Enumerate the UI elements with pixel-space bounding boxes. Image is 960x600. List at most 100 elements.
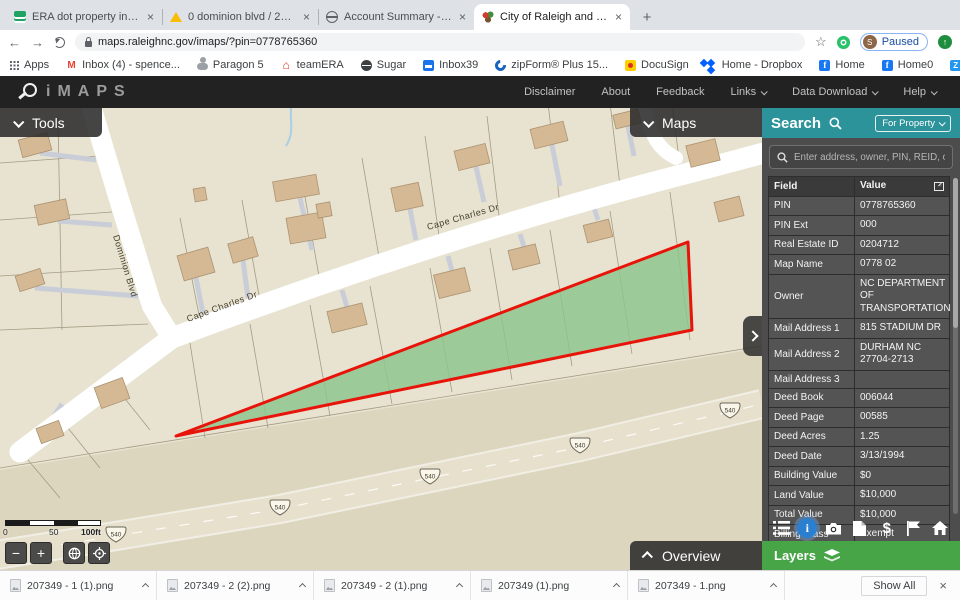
close-icon[interactable]: × [615,10,622,24]
bookmark-teamera[interactable]: teamERA [281,59,344,71]
close-icon[interactable]: × [939,578,947,593]
shield-label: 540 [725,408,736,415]
search-box [769,145,953,169]
scale-label: 100ft [81,527,101,537]
panel-scrollbar[interactable] [953,178,958,514]
maps-button[interactable]: Maps [630,108,762,137]
reload-icon[interactable] [54,37,65,48]
download-item[interactable]: 207349 - 2 (2).png [157,571,314,600]
tab-dominion-blvd[interactable]: 0 dominion blvd / 207349 - Goo × [162,4,318,30]
tab-imaps-active[interactable]: City of Raleigh and Wake Coun × [474,4,630,30]
chevron-up-icon[interactable] [142,583,149,590]
home-button[interactable] [929,517,951,539]
new-tab-button[interactable]: + [636,6,658,28]
flag-button[interactable] [903,517,925,539]
download-item[interactable]: 207349 - 1.png [628,571,785,600]
image-file-icon [167,579,178,592]
chevron-up-icon[interactable] [299,583,306,590]
tab-strip: ERA dot property info - Google × 0 domin… [0,0,960,30]
list-icon [773,521,790,535]
nav-help[interactable]: Help [903,86,936,98]
close-icon[interactable]: × [303,10,310,24]
locate-button[interactable] [88,542,110,564]
bookmark-zap[interactable]: Zap [950,59,960,71]
omnibox[interactable]: maps.raleighnc.gov/imaps/?pin=0778765360 [75,33,805,51]
download-filename: 207349 (1).png [498,580,608,592]
layers-button[interactable]: Layers [762,541,960,570]
bookmark-inbox39[interactable]: Inbox39 [423,59,478,71]
tax-button[interactable]: $ [876,517,898,539]
full-extent-button[interactable] [63,542,85,564]
url-text: maps.raleighnc.gov/imaps/?pin=0778765360 [98,36,317,48]
search-mode-button[interactable]: For Property [875,115,951,132]
cloud-icon [197,63,208,70]
download-filename: 207349 - 1.png [655,580,765,592]
bookmark-sugar[interactable]: Sugar [361,59,406,71]
bookmark-paragon[interactable]: Paragon 5 [197,59,264,71]
table-row: Deed Book006044 [769,389,949,409]
bookmark-dropbox[interactable]: Home - Dropbox [706,59,803,71]
chevron-up-icon[interactable] [456,583,463,590]
lock-icon [85,41,92,47]
download-filename: 207349 - 1 (1).png [27,580,137,592]
bookmark-label: Home - Dropbox [722,59,803,71]
list-view-button[interactable] [770,517,792,539]
home-icon [932,521,948,535]
update-icon[interactable]: ↑ [938,35,952,49]
tab-era-property[interactable]: ERA dot property info - Google × [6,4,162,30]
shield-label: 540 [575,443,586,450]
globe-icon [326,11,338,23]
nav-disclaimer[interactable]: Disclaimer [524,86,575,98]
download-item[interactable]: 207349 - 2 (1).png [314,571,471,600]
avatar: S [863,35,877,49]
bookmark-home[interactable]: Home [819,59,864,71]
info-panel: Search For Property Field Value [762,108,960,570]
panel-expand-handle[interactable] [743,316,762,356]
nav-data-download[interactable]: Data Download [792,86,877,98]
chevron-up-icon[interactable] [770,583,777,590]
show-all-button[interactable]: Show All [861,576,927,596]
bookmark-zipform[interactable]: zipForm® Plus 15... [495,59,608,71]
bookmark-inbox[interactable]: Inbox (4) - spence... [66,59,180,71]
search-input[interactable] [794,152,945,163]
close-icon[interactable]: × [459,10,466,24]
nav-feedback[interactable]: Feedback [656,86,704,98]
photos-button[interactable] [822,517,844,539]
tools-button[interactable]: Tools [0,108,102,137]
overview-button[interactable]: Overview [630,541,762,570]
forward-icon[interactable]: → [31,35,44,50]
table-header-row: Field Value [769,177,949,197]
imaps-logo-text: iMAPS [46,83,132,101]
documents-button[interactable] [849,517,871,539]
close-icon[interactable]: × [147,10,154,24]
chevron-up-icon[interactable] [613,583,620,590]
back-icon[interactable]: ← [8,35,21,50]
bookmark-docusign[interactable]: DocuSign [625,59,689,71]
overview-label: Overview [662,548,720,564]
zoom-in-button[interactable]: + [30,542,52,564]
facebook-icon [819,60,830,71]
bookmark-home0[interactable]: Home0 [882,59,933,71]
field-header: Field [769,177,855,196]
zap-icon [950,60,960,71]
info-button[interactable]: i [797,518,817,538]
bookmark-apps[interactable]: Apps [10,59,49,71]
search-icon [829,117,842,130]
zoom-out-button[interactable]: − [5,542,27,564]
file-icon [853,521,866,536]
downloads-bar: 207349 - 1 (1).png 207349 - 2 (2).png 20… [0,570,960,600]
download-item[interactable]: 207349 - 1 (1).png [0,571,157,600]
export-icon[interactable] [934,182,944,191]
extension-icon[interactable] [837,36,850,49]
map-canvas[interactable]: Dominion Blvd Cape Charles Dr Cape Charl… [0,108,762,570]
bookmark-label: Home0 [898,59,933,71]
nav-links[interactable]: Links [730,86,766,98]
table-row: OwnerNC DEPARTMENT OF TRANSPORTATION [769,275,949,320]
nav-about[interactable]: About [601,86,630,98]
download-item[interactable]: 207349 (1).png [471,571,628,600]
chevron-right-icon [747,330,758,341]
sync-paused-badge[interactable]: S Paused [860,33,928,51]
tab-account-summary[interactable]: Account Summary - 0204712 × [318,4,474,30]
bookmark-star-icon[interactable]: ☆ [815,34,827,50]
imaps-logo-icon [16,81,38,103]
